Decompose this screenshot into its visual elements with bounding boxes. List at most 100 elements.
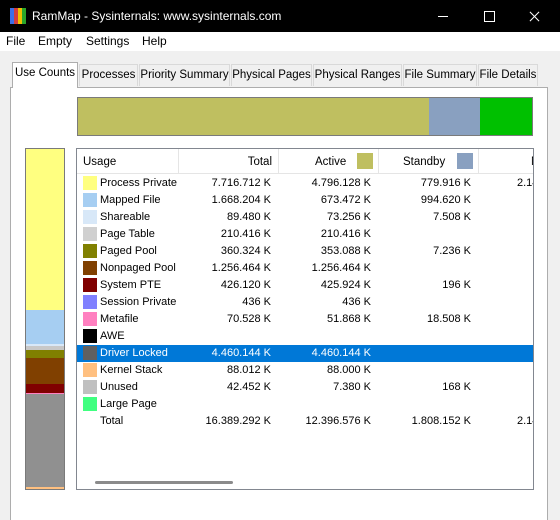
row-color-swatch: [83, 346, 97, 360]
table-header: Usage Total Active Standby Modifie: [77, 149, 533, 174]
row-standby-cell: 7.508 K: [433, 211, 471, 223]
memory-usage-bar-horizontal: [77, 97, 533, 136]
row-usage-cell: Kernel Stack: [100, 364, 163, 376]
col-header-standby-label: Standby: [403, 156, 446, 168]
top-bar-segment: [78, 98, 430, 135]
row-active-cell: 1.256.464 K: [311, 262, 371, 274]
col-header-modified[interactable]: Modifie: [479, 149, 533, 174]
row-standby-cell: 7.236 K: [433, 245, 471, 257]
table-row[interactable]: Session Private 436 K 436 K: [77, 294, 533, 311]
row-active-cell: 353.088 K: [320, 245, 371, 257]
rammap-app-icon: [10, 8, 26, 24]
row-color-swatch: [83, 312, 97, 326]
row-total-cell: 42.452 K: [226, 381, 271, 393]
row-active-cell: 4.796.128 K: [311, 177, 371, 189]
horizontal-scrollbar[interactable]: [77, 471, 533, 489]
use-counts-table[interactable]: Usage Total Active Standby Modifie Proce…: [76, 148, 534, 490]
table-row[interactable]: Metafile 70.528 K 51.868 K 18.508 K: [77, 311, 533, 328]
menu-file[interactable]: File: [6, 34, 25, 48]
row-total-cell: 7.716.712 K: [211, 177, 271, 189]
col-header-active[interactable]: Active: [279, 149, 379, 174]
row-color-swatch: [83, 193, 97, 207]
tab-file-details[interactable]: File Details: [478, 64, 538, 86]
tab-use-counts[interactable]: Use Counts: [12, 62, 78, 88]
row-color-swatch: [83, 380, 97, 394]
table-row[interactable]: Unused 42.452 K 7.380 K 168 K: [77, 379, 533, 396]
row-active-cell: 12.396.576 K: [305, 415, 371, 427]
menu-help[interactable]: Help: [142, 34, 167, 48]
table-row[interactable]: Page Table 210.416 K 210.416 K: [77, 226, 533, 243]
title-bar: RamMap - Sysinternals: www.sysinternals.…: [0, 0, 560, 32]
row-total-cell: 88.012 K: [226, 364, 271, 376]
col-header-total[interactable]: Total: [179, 149, 279, 174]
table-row[interactable]: Process Private 7.716.712 K 4.796.128 K 779…: [77, 175, 533, 192]
row-total-cell: 426.120 K: [220, 279, 271, 291]
side-bar-segment: [26, 384, 64, 393]
tab-file-summary[interactable]: File Summary: [403, 64, 477, 86]
maximize-button[interactable]: [466, 0, 512, 32]
row-active-cell: 4.460.144 K: [311, 347, 371, 359]
side-bar-segment: [26, 357, 64, 385]
table-row[interactable]: System PTE 426.120 K 425.924 K 196 K: [77, 277, 533, 294]
row-usage-cell: Large Page: [100, 398, 157, 410]
table-row[interactable]: Driver Locked 4.460.144 K 4.460.144 K: [77, 345, 533, 362]
menu-bar: File Empty Settings Help: [0, 32, 560, 52]
row-usage-cell: Process Private: [100, 177, 178, 189]
row-total-cell: 70.528 K: [226, 313, 271, 325]
table-row[interactable]: Large Page: [77, 396, 533, 413]
row-usage-cell: Paged Pool: [100, 245, 157, 257]
side-bar-segment: [26, 394, 64, 488]
row-usage-cell: AWE: [100, 330, 125, 342]
scrollbar-thumb[interactable]: [95, 481, 233, 484]
table-row[interactable]: Kernel Stack 88.012 K 88.000 K: [77, 362, 533, 379]
row-usage-cell: System PTE: [100, 279, 162, 291]
active-color-swatch: [357, 153, 373, 169]
row-active-cell: 51.868 K: [326, 313, 371, 325]
row-total-cell: 436 K: [242, 296, 271, 308]
row-modified-cell: 2.14: [517, 415, 533, 427]
row-usage-cell: Page Table: [100, 228, 155, 240]
row-color-swatch: [83, 363, 97, 377]
row-usage-cell: Nonpaged Pool: [100, 262, 176, 274]
row-usage-cell: Shareable: [100, 211, 151, 223]
side-bar-segment: [26, 149, 64, 310]
table-row[interactable]: AWE: [77, 328, 533, 345]
tab-processes[interactable]: Processes: [79, 64, 138, 86]
row-usage-cell: Unused: [100, 381, 138, 393]
row-color-swatch: [83, 210, 97, 224]
row-total-cell: 1.668.204 K: [211, 194, 271, 206]
standby-color-swatch: [457, 153, 473, 169]
row-active-cell: 425.924 K: [320, 279, 371, 291]
top-bar-segment: [429, 98, 481, 135]
row-color-swatch: [83, 227, 97, 241]
tab-priority-summary[interactable]: Priority Summary: [139, 64, 230, 86]
row-active-cell: 436 K: [342, 296, 371, 308]
row-color-swatch: [83, 397, 97, 411]
row-total-cell: 360.324 K: [220, 245, 271, 257]
table-row[interactable]: Shareable 89.480 K 73.256 K 7.508 K: [77, 209, 533, 226]
minimize-button[interactable]: [420, 0, 466, 32]
table-row[interactable]: Total 16.389.292 K 12.396.576 K 1.808.152 K…: [77, 413, 533, 430]
table-row[interactable]: Nonpaged Pool 1.256.464 K 1.256.464 K: [77, 260, 533, 277]
menu-settings[interactable]: Settings: [86, 34, 129, 48]
side-bar-segment: [26, 309, 64, 345]
col-header-usage[interactable]: Usage: [77, 149, 179, 174]
table-row[interactable]: Paged Pool 360.324 K 353.088 K 7.236 K: [77, 243, 533, 260]
table-row[interactable]: Mapped File 1.668.204 K 673.472 K 994.620 K: [77, 192, 533, 209]
col-header-active-label: Active: [315, 156, 347, 168]
row-active-cell: 673.472 K: [320, 194, 371, 206]
close-button[interactable]: [512, 0, 558, 32]
col-header-standby[interactable]: Standby: [379, 149, 479, 174]
row-color-swatch: [83, 176, 97, 190]
row-active-cell: 88.000 K: [326, 364, 371, 376]
row-total-cell: 210.416 K: [220, 228, 271, 240]
row-usage-cell: Metafile: [100, 313, 139, 325]
row-color-swatch: [83, 244, 97, 258]
row-total-cell: 16.389.292 K: [205, 415, 271, 427]
tab-physical-pages[interactable]: Physical Pages: [231, 64, 312, 86]
side-bar-segment: [26, 487, 64, 489]
menu-empty[interactable]: Empty: [38, 34, 72, 48]
row-standby-cell: 994.620 K: [420, 194, 471, 206]
row-standby-cell: 1.808.152 K: [411, 415, 471, 427]
tab-physical-ranges[interactable]: Physical Ranges: [313, 64, 402, 86]
